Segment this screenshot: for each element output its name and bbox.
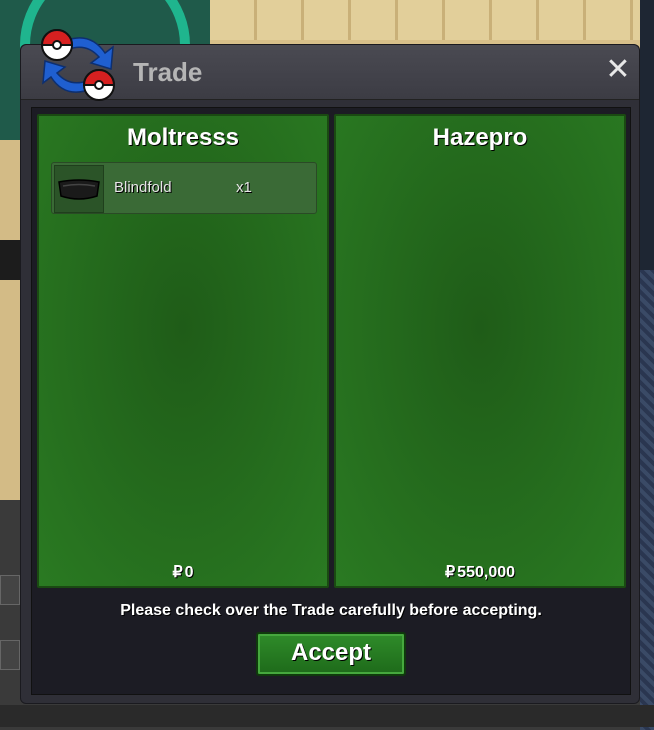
item-icon-box (54, 165, 104, 213)
player-name-right: Hazepro (432, 124, 528, 151)
bottom-ui-bar (0, 705, 654, 727)
trade-item-slot[interactable]: Blindfold x1 (51, 162, 317, 214)
left-side-button[interactable] (0, 575, 20, 605)
game-floor-tiles (210, 0, 640, 40)
money-left-value: 0 (184, 564, 194, 581)
item-quantity: x1 (236, 179, 252, 196)
money-left: ₽0 (39, 562, 327, 582)
trade-content: Moltresss Blindfold x1 ₽0 Hazepro ₽550,0… (31, 107, 631, 695)
pokedollar-icon: ₽ (172, 564, 183, 581)
accept-button[interactable]: Accept (256, 632, 406, 676)
blindfold-icon (58, 179, 100, 200)
left-ui-strip (0, 240, 20, 280)
player-name-left: Moltresss (126, 124, 240, 151)
pokedollar-icon: ₽ (444, 564, 456, 581)
window-title: Trade (133, 57, 203, 87)
game-sand-strip (0, 140, 20, 500)
trade-panel-left: Moltresss Blindfold x1 ₽0 (37, 114, 329, 588)
money-right-value: 550,000 (457, 564, 516, 581)
right-minimap (640, 270, 654, 730)
trade-panel-right: Hazepro ₽550,000 (334, 114, 626, 588)
close-icon[interactable]: ✕ (603, 55, 633, 85)
trade-notice: Please check over the Trade carefully be… (120, 602, 542, 619)
left-side-button[interactable] (0, 640, 20, 670)
pokeball-trade-icon (40, 29, 116, 101)
item-name: Blindfold (114, 179, 172, 196)
trade-window: ✕ Trade Moltresss Blindfold x1 ₽ 0 Hazep… (20, 29, 640, 704)
money-right: ₽550,000 (336, 562, 624, 582)
